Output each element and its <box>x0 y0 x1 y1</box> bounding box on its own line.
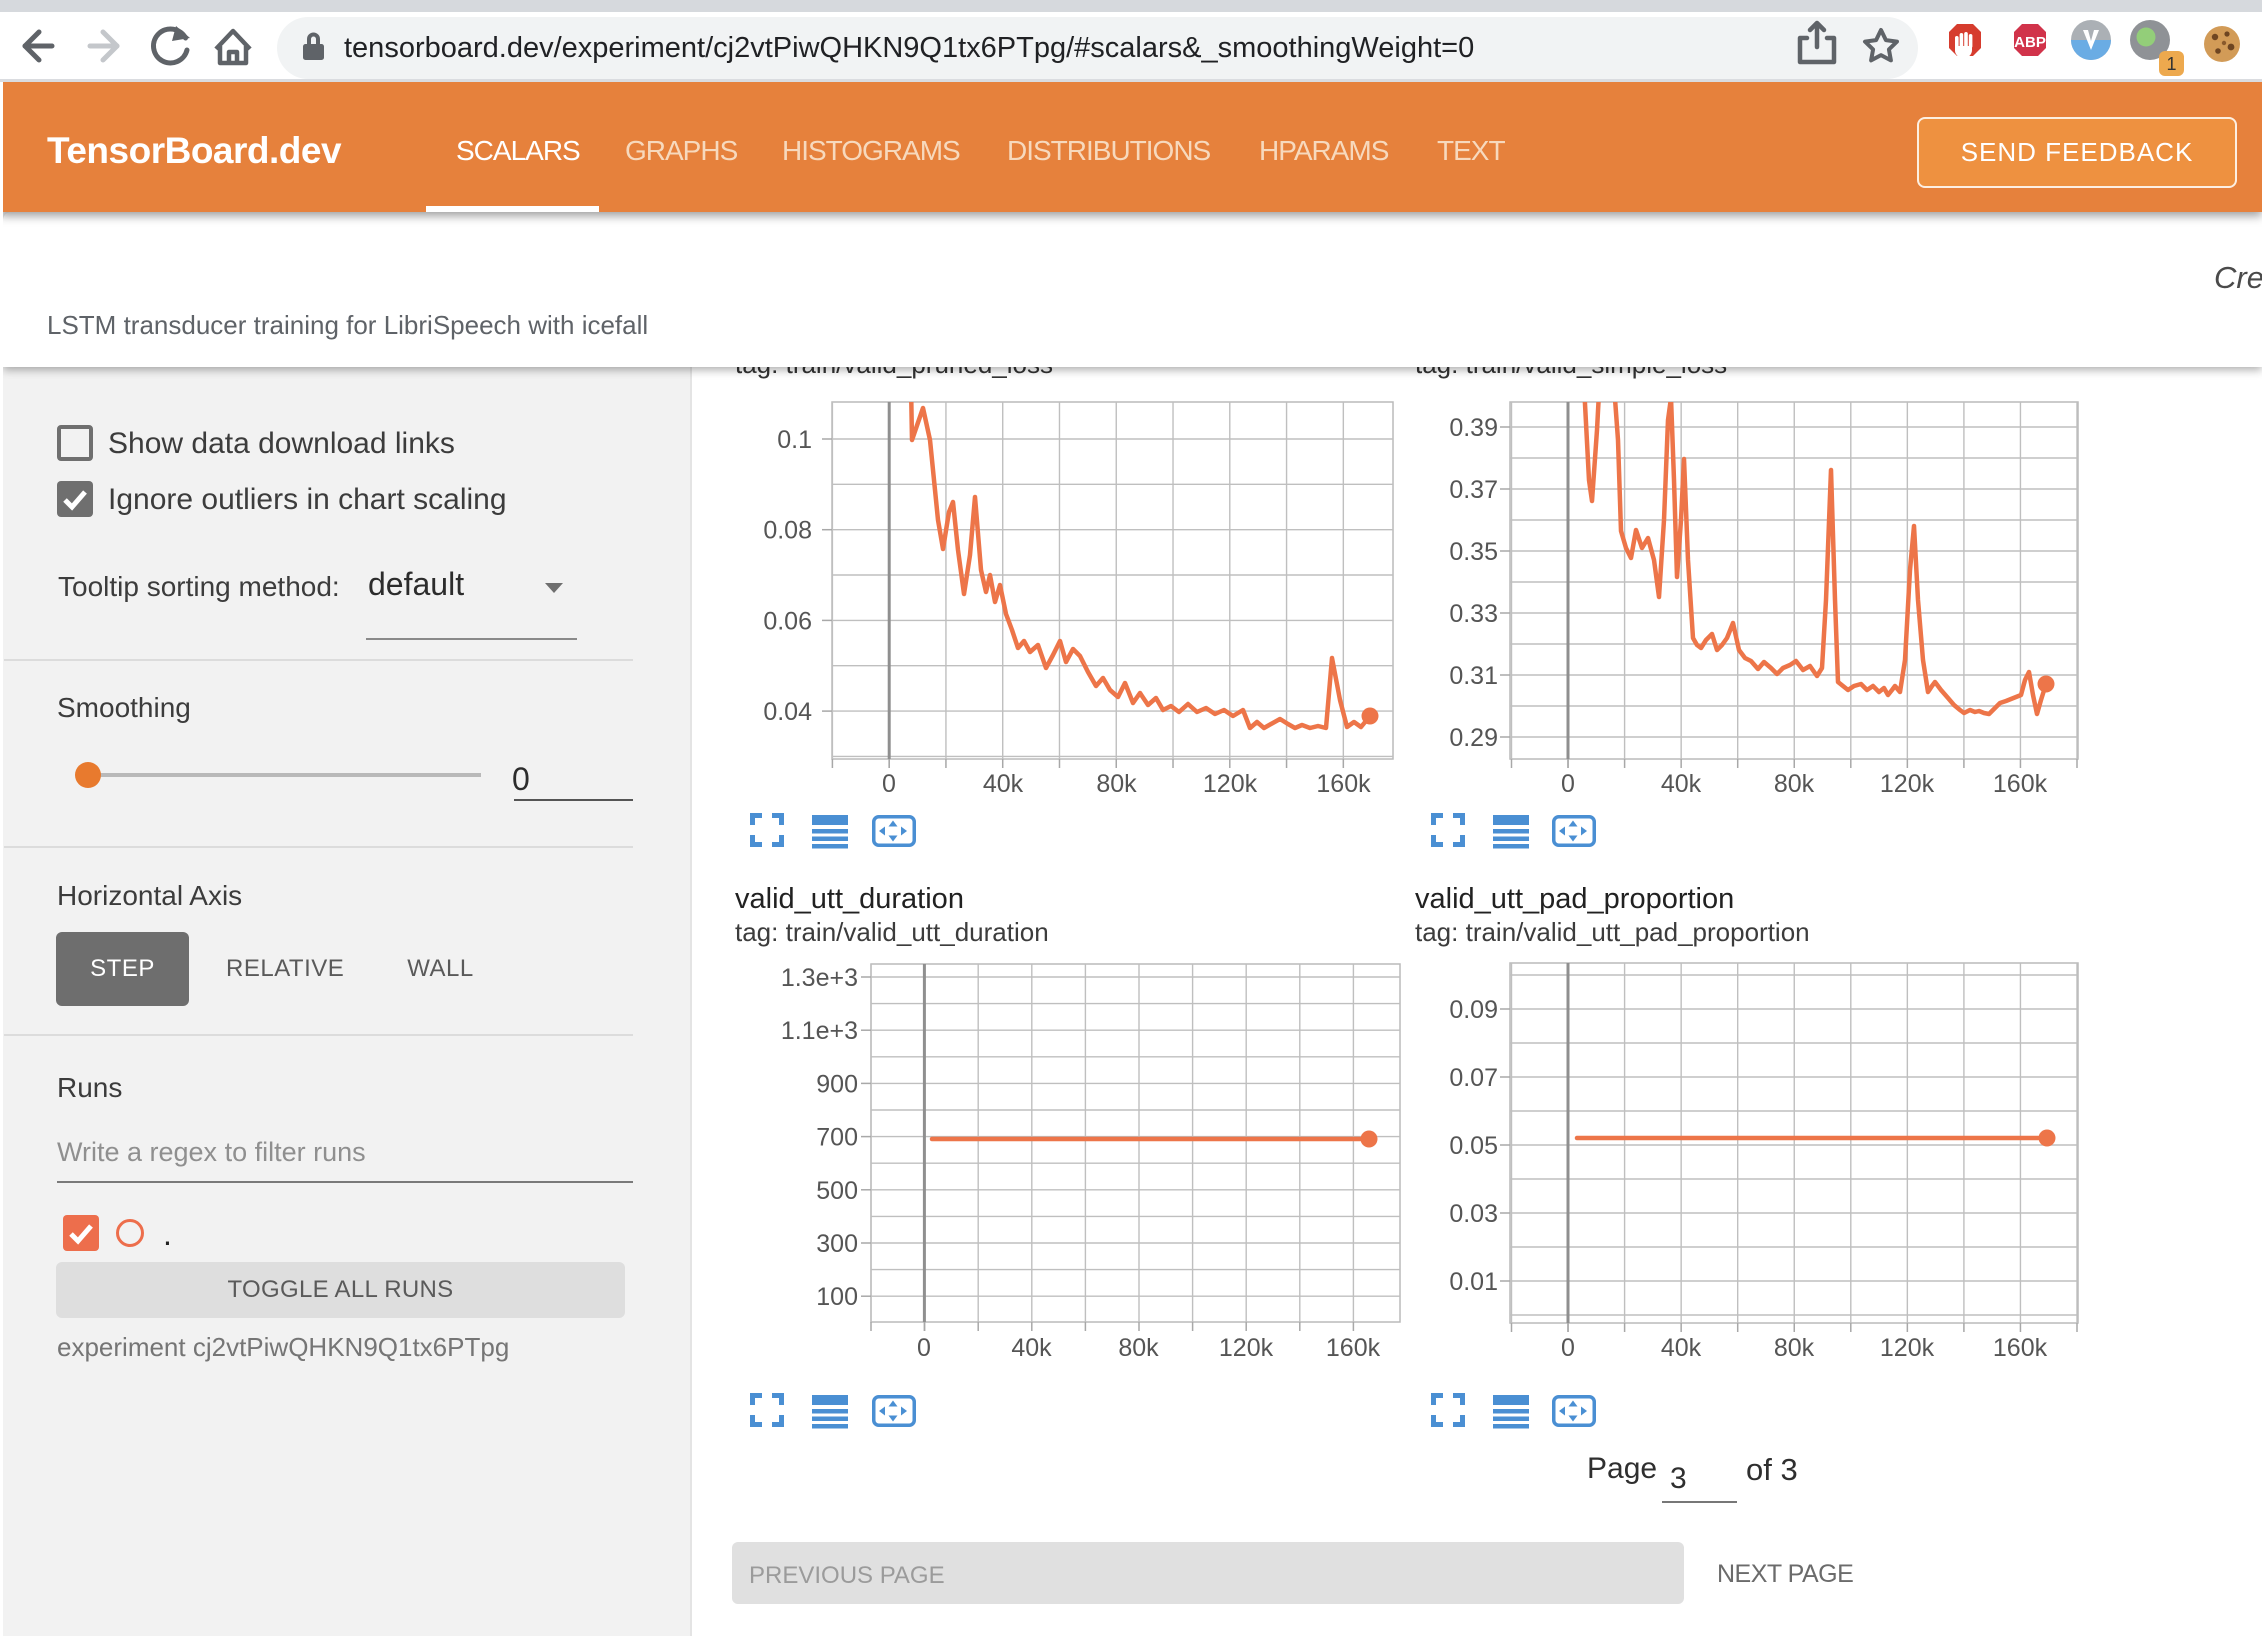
svg-text:300: 300 <box>816 1230 858 1258</box>
svg-text:0: 0 <box>917 1334 931 1362</box>
svg-text:0.31: 0.31 <box>1449 662 1498 690</box>
svg-text:ABP: ABP <box>2014 34 2046 51</box>
svg-text:0.04: 0.04 <box>763 698 812 726</box>
svg-text:0.01: 0.01 <box>1449 1268 1498 1296</box>
svg-text:80k: 80k <box>1096 770 1137 798</box>
svg-text:40k: 40k <box>1011 1334 1052 1362</box>
svg-text:500: 500 <box>816 1177 858 1205</box>
svg-text:0.29: 0.29 <box>1449 724 1498 752</box>
svg-text:0.35: 0.35 <box>1449 538 1498 566</box>
svg-text:tag: train/valid_utt_duration: tag: train/valid_utt_duration <box>735 917 1049 947</box>
svg-text:0: 0 <box>882 770 896 798</box>
svg-text:40k: 40k <box>1661 770 1702 798</box>
svg-text:0: 0 <box>1561 1334 1575 1362</box>
svg-text:0.03: 0.03 <box>1449 1200 1498 1228</box>
svg-text:1.1e+3: 1.1e+3 <box>781 1017 858 1045</box>
svg-text:40k: 40k <box>1661 1334 1702 1362</box>
svg-text:80k: 80k <box>1774 1334 1815 1362</box>
svg-text:1: 1 <box>2166 54 2176 74</box>
svg-text:tag: train/valid_utt_pad_propo: tag: train/valid_utt_pad_proportion <box>1415 917 1810 947</box>
svg-text:100: 100 <box>816 1283 858 1311</box>
svg-text:valid_utt_duration: valid_utt_duration <box>735 883 964 915</box>
svg-text:80k: 80k <box>1774 770 1815 798</box>
svg-text:160k: 160k <box>1993 770 2048 798</box>
svg-text:0: 0 <box>1561 770 1575 798</box>
svg-text:120k: 120k <box>1880 1334 1935 1362</box>
svg-text:0.09: 0.09 <box>1449 996 1498 1024</box>
svg-text:1.3e+3: 1.3e+3 <box>781 964 858 992</box>
svg-text:80k: 80k <box>1118 1334 1159 1362</box>
svg-text:0.06: 0.06 <box>763 607 812 635</box>
svg-text:0.33: 0.33 <box>1449 600 1498 628</box>
svg-text:120k: 120k <box>1219 1334 1274 1362</box>
svg-text:160k: 160k <box>1993 1334 2048 1362</box>
svg-text:40k: 40k <box>983 770 1024 798</box>
svg-text:700: 700 <box>816 1124 858 1152</box>
svg-text:120k: 120k <box>1880 770 1935 798</box>
svg-text:0.37: 0.37 <box>1449 476 1498 504</box>
svg-text:900: 900 <box>816 1070 858 1098</box>
svg-text:0.07: 0.07 <box>1449 1064 1498 1092</box>
svg-text:0.1: 0.1 <box>777 426 812 454</box>
svg-text:160k: 160k <box>1326 1334 1381 1362</box>
svg-text:160k: 160k <box>1316 770 1371 798</box>
svg-text:120k: 120k <box>1203 770 1258 798</box>
svg-text:0.08: 0.08 <box>763 517 812 545</box>
svg-text:valid_utt_pad_proportion: valid_utt_pad_proportion <box>1415 883 1734 915</box>
svg-text:0.05: 0.05 <box>1449 1132 1498 1160</box>
svg-text:0.39: 0.39 <box>1449 414 1498 442</box>
